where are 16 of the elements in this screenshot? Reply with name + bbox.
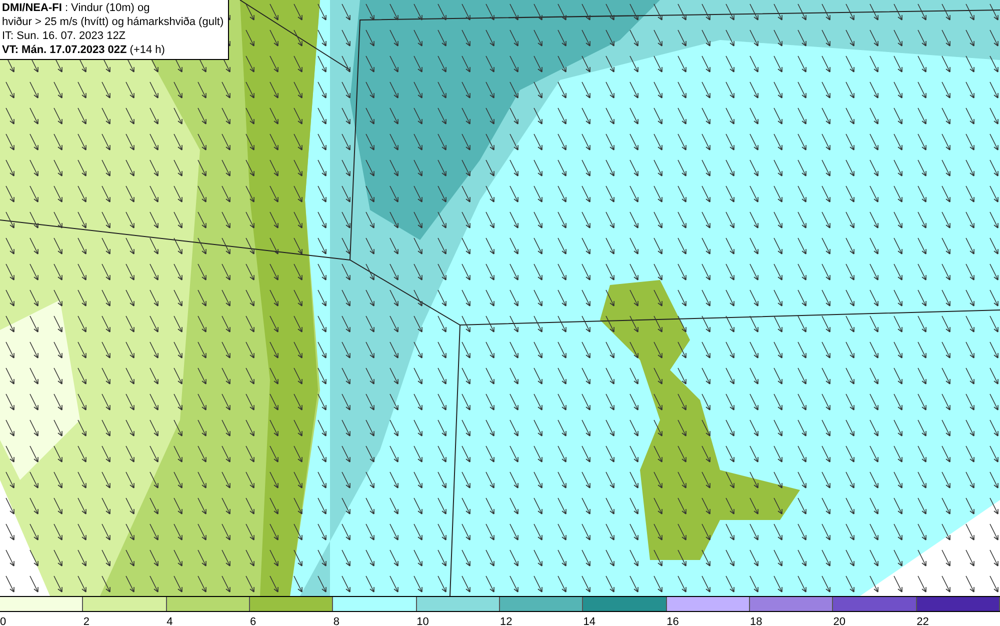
info-text: hviður > 25 m/s (hvítt) og hámarkshviða (gult) <box>2 15 224 29</box>
scale-label: 8 <box>333 616 340 626</box>
scale-label: 18 <box>750 616 762 626</box>
scale-label: 6 <box>250 616 256 626</box>
info-text: IT: Sun. 16. 07. 2023 12Z <box>2 29 127 43</box>
scale-label: 20 <box>833 616 846 626</box>
scale-label: 22 <box>916 616 929 626</box>
scale-label: 12 <box>500 616 512 626</box>
scale-label: 4 <box>166 616 173 626</box>
scale-label: 14 <box>583 616 596 626</box>
info-text: DMI/NEA-FI : Vindur (10m) og <box>2 1 151 15</box>
scale-label: 16 <box>666 616 679 626</box>
scale-label: 10 <box>416 616 429 626</box>
scale-label: 2 <box>83 616 90 626</box>
scale-label: 0 <box>0 616 6 626</box>
info-text: VT: Mán. 17.07.2023 02Z (+14 h) <box>2 43 166 57</box>
